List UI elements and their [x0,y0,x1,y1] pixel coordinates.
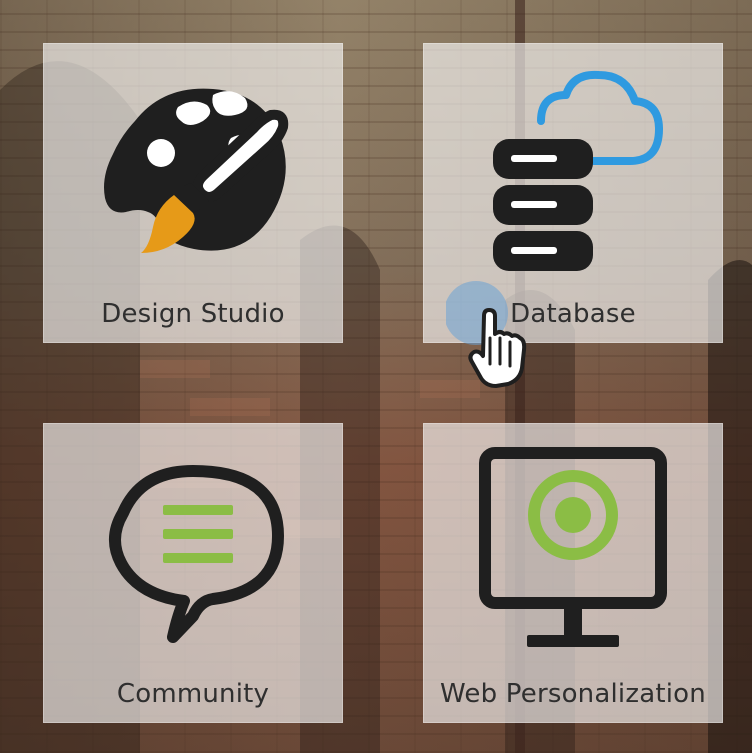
chat-bubble-icon [109,465,284,643]
community-tile[interactable]: Community [43,423,343,723]
web-personalization-tile[interactable]: Web Personalization [423,423,723,723]
design-studio-tile[interactable]: Design Studio [43,43,343,343]
tile-label: Database [510,299,636,329]
monitor-target-icon [479,447,667,647]
tile-label: Web Personalization [440,679,706,709]
tile-label: Design Studio [101,299,285,329]
database-cloud-icon [493,70,663,271]
database-tile[interactable]: Database [423,43,723,343]
app-launcher: Design Studio Database Community Web Per… [0,0,752,753]
tile-label: Community [116,679,270,709]
palette-brush-icon [104,88,289,253]
